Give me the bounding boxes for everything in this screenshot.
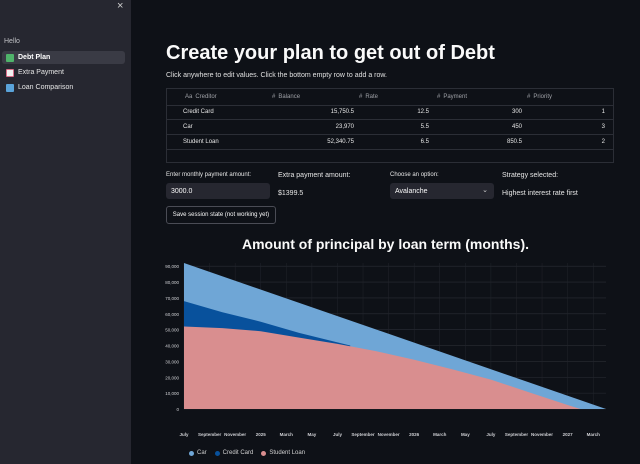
x-tick-label: 2026: [409, 432, 420, 437]
sidebar-item-label: Extra Payment: [18, 69, 64, 76]
bar-chart-icon: [6, 83, 14, 92]
legend-item-car[interactable]: Car: [189, 450, 207, 456]
principal-area-chart: 90,000 80,000 70,000 60,000 50,000 40,000 30,0…: [165, 263, 606, 437]
y-tick-label: 20,000: [165, 375, 179, 380]
sidebar-item-debt-plan[interactable]: Debt Plan: [2, 51, 125, 64]
y-tick-label: 50,000: [165, 328, 179, 333]
x-tick-label: September: [198, 432, 222, 437]
x-tick-label: 2025: [256, 432, 267, 437]
legend-swatch: [189, 450, 194, 456]
legend-item-credit-card[interactable]: Credit Card: [214, 450, 253, 456]
chart-increasing-icon: [6, 68, 14, 77]
legend-swatch: [261, 450, 267, 456]
x-tick-label: May: [461, 432, 470, 437]
y-tick-label: 80,000: [165, 280, 179, 285]
main-content: Create your plan to get out of Debt Clic…: [131, 0, 640, 464]
x-tick-label: September: [505, 432, 529, 437]
y-tick-label: 30,000: [165, 359, 179, 364]
sidebar-heading: Hello: [4, 38, 20, 45]
sidebar-item-loan-comparison[interactable]: Loan Comparison: [2, 81, 125, 94]
sidebar: × Hello Debt Plan Extra Payment Loan Com…: [0, 0, 131, 464]
x-tick-label: July: [179, 432, 189, 437]
x-tick-label: September: [351, 432, 375, 437]
x-tick-label: November: [378, 432, 400, 437]
y-tick-label: 10,000: [165, 391, 179, 396]
y-tick-label: 40,000: [165, 344, 179, 349]
x-tick-label: 2027: [563, 432, 574, 437]
x-tick-label: May: [307, 432, 316, 437]
money-with-wings-icon: [6, 53, 14, 62]
chart-legend: Car Credit Card Student Loan: [189, 450, 305, 456]
x-tick-label: March: [587, 432, 601, 437]
x-tick-label: November: [531, 432, 553, 437]
legend-swatch: [214, 450, 220, 456]
close-sidebar-icon[interactable]: ×: [117, 0, 123, 12]
sidebar-item-label: Loan Comparison: [18, 84, 74, 91]
x-tick-label: March: [433, 432, 447, 437]
x-tick-label: July: [333, 432, 343, 437]
sidebar-item-label: Debt Plan: [18, 54, 51, 61]
x-tick-label: March: [280, 432, 294, 437]
x-tick-label: July: [486, 432, 496, 437]
sidebar-item-extra-payment[interactable]: Extra Payment: [2, 66, 125, 79]
y-tick-label: 0: [176, 407, 179, 412]
x-tick-label: November: [224, 432, 246, 437]
legend-item-student-loan[interactable]: Student Loan: [261, 450, 305, 456]
y-tick-label: 70,000: [165, 296, 179, 301]
y-tick-label: 90,000: [165, 264, 179, 269]
y-tick-label: 60,000: [165, 312, 179, 317]
